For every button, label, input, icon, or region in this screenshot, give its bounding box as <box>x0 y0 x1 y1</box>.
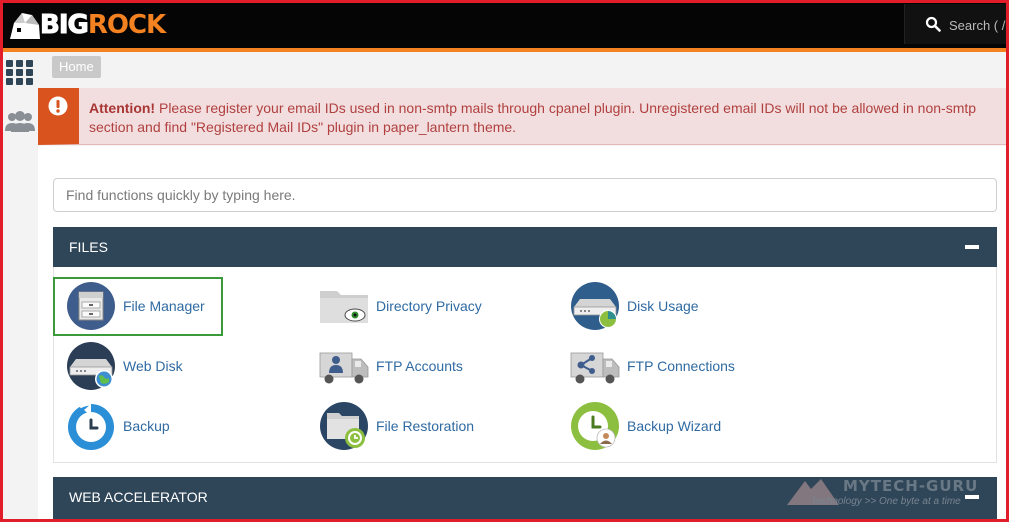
users-icon[interactable] <box>5 107 35 137</box>
ftp-accounts-label: FTP Accounts <box>376 358 463 374</box>
main-content: FILES File Manager Directory Privacy <box>38 146 1006 519</box>
exclamation-icon <box>48 96 68 116</box>
logo-text-big: BIG <box>40 10 90 41</box>
collapse-icon[interactable] <box>965 245 979 249</box>
disk-usage-icon <box>571 282 619 330</box>
disk-usage-label: Disk Usage <box>627 298 699 314</box>
disk-usage-item[interactable]: Disk Usage <box>570 279 699 333</box>
alert-line-2: section and find "Registered Mail IDs" p… <box>89 119 517 135</box>
web-accelerator-section-title: WEB ACCELERATOR <box>69 489 208 505</box>
web-disk-icon <box>67 342 115 390</box>
attention-alert: Attention! Please register your email ID… <box>38 88 1006 145</box>
logo-text-rock: ROCK <box>87 10 166 40</box>
bigrock-logo[interactable]: BIGROCK <box>8 8 166 42</box>
search-icon[interactable] <box>925 16 941 32</box>
web-disk-item[interactable]: Web Disk <box>66 339 183 393</box>
grid-icon[interactable] <box>5 58 35 88</box>
watermark-tagline: Technology >> One byte at a time <box>811 496 961 507</box>
alert-message: Attention! Please register your email ID… <box>89 99 1009 139</box>
breadcrumb-home[interactable]: Home <box>52 56 101 78</box>
file-restoration-item[interactable]: File Restoration <box>319 399 474 453</box>
watermark-name: MYTECH-GURU <box>843 477 979 495</box>
file-manager-highlight <box>53 277 223 336</box>
alert-title: Attention! <box>89 100 156 116</box>
ftp-connections-icon <box>570 352 620 384</box>
quick-find-input[interactable] <box>53 178 997 212</box>
directory-privacy-icon <box>320 291 368 323</box>
watermark: MYTECH-GURU Technology >> One byte at a … <box>785 477 997 511</box>
file-restoration-label: File Restoration <box>376 418 475 434</box>
backup-wizard-icon <box>571 402 619 450</box>
backup-icon <box>68 402 114 450</box>
backup-item[interactable]: Backup <box>66 399 170 453</box>
search-input[interactable] <box>949 15 1009 35</box>
ftp-connections-item[interactable]: FTP Connections <box>570 339 735 393</box>
backup-wizard-label: Backup Wizard <box>627 418 722 434</box>
directory-privacy-label: Directory Privacy <box>376 298 482 314</box>
global-search <box>904 4 1009 44</box>
accent-stripe <box>0 48 1009 52</box>
file-restoration-icon <box>320 402 368 450</box>
top-bar: BIGROCK <box>0 0 1009 48</box>
left-rail <box>3 52 38 519</box>
backup-wizard-item[interactable]: Backup Wizard <box>570 399 721 453</box>
web-disk-label: Web Disk <box>123 358 183 374</box>
files-section-header[interactable]: FILES <box>53 227 997 267</box>
backup-label: Backup <box>123 418 170 434</box>
logo-rock-icon <box>10 13 40 39</box>
ftp-accounts-item[interactable]: FTP Accounts <box>319 339 463 393</box>
ftp-accounts-icon <box>319 352 369 384</box>
alert-line-1: Please register your email IDs used in n… <box>158 100 977 116</box>
directory-privacy-item[interactable]: Directory Privacy <box>319 279 482 333</box>
files-section-title: FILES <box>69 239 108 255</box>
ftp-connections-label: FTP Connections <box>627 358 735 374</box>
